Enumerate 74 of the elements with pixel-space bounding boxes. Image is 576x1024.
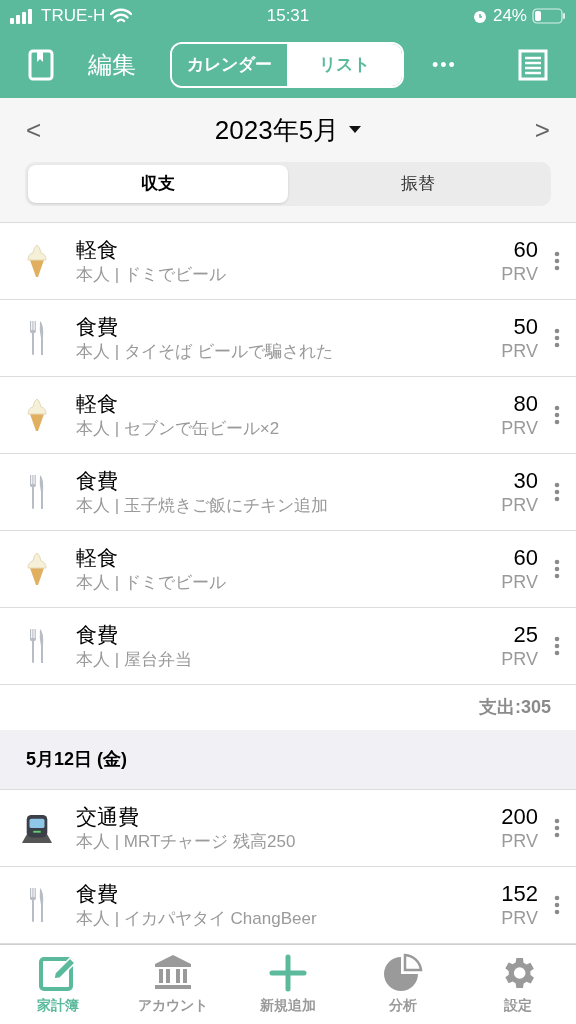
edit-button[interactable]: 編集	[88, 47, 136, 83]
memo-text: 本人 | タイそば ビールで騙された	[76, 341, 334, 363]
category-label: 軽食	[76, 545, 119, 571]
tab-bar-item[interactable]: 設定	[460, 945, 576, 1024]
amount-text: 60	[513, 544, 538, 571]
category-label: 軽食	[76, 237, 119, 263]
date-header: 5月12日 (金)	[26, 748, 128, 771]
memo-text: 本人 | 屋台弁当	[76, 649, 193, 671]
currency-text: PRV	[501, 263, 538, 286]
type-tab[interactable]: 振替	[288, 165, 548, 203]
currency-text: PRV	[501, 907, 538, 930]
clock-text: 15:31	[265, 5, 311, 28]
ice-cream-icon	[26, 552, 48, 586]
category-label: 軽食	[76, 391, 119, 417]
wifi-icon	[110, 8, 133, 24]
memo-text: 本人 | イカパヤタイ ChangBeer	[76, 908, 318, 930]
amount-text: 50	[513, 313, 538, 340]
memo-text: 本人 | ドミでビール	[76, 572, 227, 594]
amount-text: 152	[501, 880, 538, 907]
category-label: 食費	[76, 314, 119, 340]
amount-text: 60	[513, 236, 538, 263]
vertical-dots-icon	[554, 482, 560, 502]
memo-text: 本人 | セブンで缶ビール×2	[76, 418, 281, 440]
vertical-dots-icon	[554, 895, 560, 915]
currency-text: PRV	[501, 571, 538, 594]
vertical-dots-icon	[554, 818, 560, 838]
currency-text: PRV	[501, 648, 538, 671]
bookmark-book-icon	[28, 49, 54, 81]
memo-text: 本人 | MRTチャージ 残高250	[76, 831, 297, 853]
battery-icon	[532, 8, 566, 24]
battery-percent-text: 24%	[492, 5, 527, 28]
vertical-dots-icon	[554, 251, 560, 271]
view-tab[interactable]: リスト	[287, 44, 402, 86]
vertical-dots-icon	[554, 636, 560, 656]
tab-bar-item[interactable]: アカウント	[115, 945, 231, 1024]
month-selector[interactable]: 2023年5月	[214, 110, 362, 150]
caret-icon	[349, 126, 362, 134]
expense-total-text: 支出:305	[478, 696, 551, 719]
receipt-icon	[518, 49, 548, 81]
category-label: 食費	[76, 622, 119, 648]
category-label: 食費	[76, 468, 119, 494]
memo-text: 本人 | ドミでビール	[76, 264, 227, 286]
category-label: 食費	[76, 881, 119, 907]
fork-knife-icon	[28, 474, 46, 510]
more-button[interactable]: •••	[432, 51, 457, 79]
fork-knife-icon	[28, 320, 46, 356]
amount-text: 30	[513, 467, 538, 494]
currency-text: PRV	[501, 340, 538, 363]
ice-cream-icon	[26, 244, 48, 278]
currency-text: PRV	[501, 417, 538, 440]
vertical-dots-icon	[554, 559, 560, 579]
memo-text: 本人 | 玉子焼きご飯にチキン追加	[76, 495, 329, 517]
currency-text: PRV	[501, 830, 538, 853]
vertical-dots-icon	[554, 405, 560, 425]
tab-bar-item[interactable]: 分析	[345, 945, 461, 1024]
book-button[interactable]	[28, 49, 54, 81]
category-label: 交通費	[76, 804, 140, 830]
vertical-dots-icon	[554, 328, 560, 348]
fork-knife-icon	[28, 628, 46, 664]
receipt-button[interactable]	[518, 49, 548, 81]
pie-chart-icon	[383, 953, 424, 993]
previous-month-button[interactable]: <	[26, 110, 42, 150]
amount-text: 25	[513, 621, 538, 648]
next-month-button[interactable]: >	[534, 110, 550, 150]
tab-bar-item[interactable]: 新規追加	[230, 945, 346, 1024]
fork-knife-icon	[28, 887, 46, 923]
currency-text: PRV	[501, 494, 538, 517]
type-tab[interactable]: 収支	[28, 165, 288, 203]
amount-text: 200	[501, 803, 538, 830]
amount-text: 80	[513, 390, 538, 417]
ice-cream-icon	[26, 398, 48, 432]
plus-icon	[268, 953, 308, 993]
carrier-text: TRUE-H	[41, 5, 106, 28]
tab-bar-item[interactable]: 家計簿	[0, 945, 116, 1024]
